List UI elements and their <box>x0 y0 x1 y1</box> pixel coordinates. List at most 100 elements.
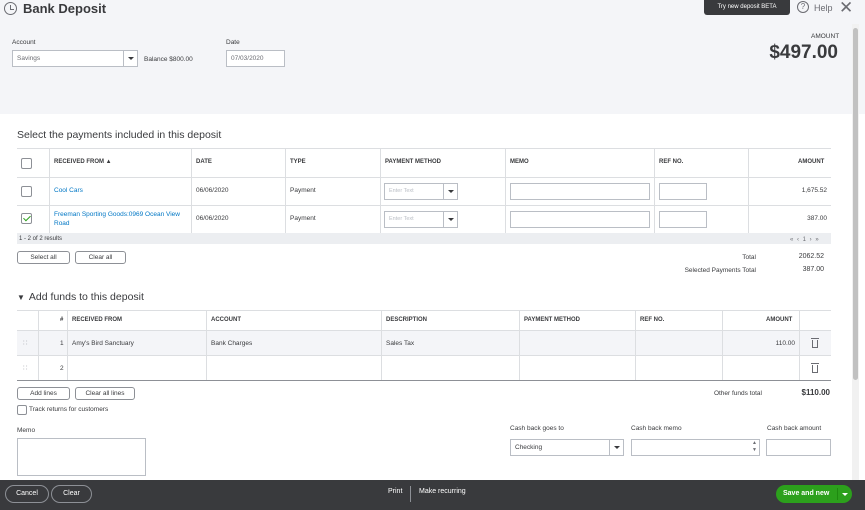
divider <box>17 148 831 149</box>
selected-total-label: Selected Payments Total <box>684 267 756 274</box>
other-funds-total-label: Other funds total <box>713 390 762 397</box>
divider <box>380 148 381 233</box>
divider <box>635 310 636 380</box>
drag-handle-icon[interactable]: ∷ <box>23 339 28 347</box>
col-memo: MEMO <box>510 159 529 165</box>
funds-row-highlight <box>17 331 831 355</box>
clear-all-button[interactable]: Clear all <box>75 251 126 264</box>
funds-description[interactable]: Sales Tax <box>386 340 414 347</box>
received-from-link[interactable]: Cool Cars <box>54 187 83 194</box>
try-new-deposit-button[interactable]: Try new deposit BETA <box>704 0 790 15</box>
history-icon[interactable] <box>4 2 17 15</box>
resize-stepper-icon[interactable]: ▲ ▼ <box>752 440 757 454</box>
cash-back-amount-input[interactable] <box>766 439 831 456</box>
close-icon[interactable]: ✕ <box>839 0 853 18</box>
memo-textarea[interactable] <box>17 438 146 476</box>
save-and-new-button[interactable]: Save and new <box>776 485 852 503</box>
payment-amount: 1,675.52 <box>801 187 827 194</box>
other-funds-total-value: $110.00 <box>801 388 830 397</box>
help-link[interactable]: Help <box>814 3 833 13</box>
divider <box>285 148 286 233</box>
funds-amount[interactable]: 110.00 <box>776 340 795 347</box>
print-button[interactable]: Print <box>388 488 402 495</box>
col-funds-amount: AMOUNT <box>766 317 793 323</box>
cash-back-memo-input[interactable]: ▲ ▼ <box>631 439 760 456</box>
total-label: Total <box>742 254 756 261</box>
memo-label: Memo <box>17 427 36 434</box>
row-checkbox[interactable] <box>21 186 32 197</box>
ref-no-input[interactable] <box>659 183 707 200</box>
ref-no-input[interactable] <box>659 211 707 228</box>
trash-icon[interactable] <box>811 338 819 348</box>
help-icon[interactable]: ? <box>797 1 809 13</box>
chevron-down-icon[interactable] <box>842 493 848 496</box>
scrollbar-thumb[interactable] <box>853 28 858 380</box>
payments-section-title: Select the payments included in this dep… <box>17 129 222 141</box>
cash-back-amount-label: Cash back amount <box>767 425 822 432</box>
divider <box>748 148 749 233</box>
row-checkbox[interactable] <box>21 213 32 224</box>
page-title: Bank Deposit <box>23 1 107 16</box>
col-account: ACCOUNT <box>211 317 241 323</box>
received-from-link[interactable]: Freeman Sporting Goods:0969 Ocean View R… <box>54 210 190 228</box>
col-ref-no: REF NO. <box>659 159 684 165</box>
track-returns-label: Track returns for customers <box>29 406 109 413</box>
payment-method-select[interactable]: Enter Text <box>384 183 458 200</box>
make-recurring-button[interactable]: Make recurring <box>419 488 466 495</box>
chevron-down-icon[interactable] <box>443 211 457 228</box>
add-lines-button[interactable]: Add lines <box>17 387 70 400</box>
clear-all-lines-button[interactable]: Clear all lines <box>75 387 135 400</box>
pager[interactable]: « ‹ 1 › » <box>790 237 820 243</box>
funds-received-from[interactable]: Amy's Bird Sanctuary <box>72 340 134 347</box>
payment-method-placeholder: Enter Text <box>389 188 414 194</box>
results-count: 1 - 2 of 2 results <box>19 236 63 242</box>
cancel-button[interactable]: Cancel <box>5 485 49 503</box>
payment-method-select[interactable]: Enter Text <box>384 211 458 228</box>
divider <box>519 310 520 380</box>
divider <box>38 310 39 380</box>
divider <box>799 310 800 380</box>
balance-text: Balance $800.00 <box>144 56 193 63</box>
cash-back-account-select[interactable]: Checking <box>510 439 624 456</box>
add-funds-toggle[interactable]: ▼ Add funds to this deposit <box>17 291 144 303</box>
date-input[interactable]: 07/03/2020 <box>226 50 285 67</box>
col-date: DATE <box>196 159 212 165</box>
save-and-new-label: Save and new <box>783 490 830 497</box>
col-funds-received-from: RECEIVED FROM <box>72 317 123 323</box>
divider <box>722 310 723 380</box>
divider <box>17 205 831 206</box>
select-all-checkbox[interactable] <box>21 158 32 169</box>
divider <box>654 148 655 233</box>
divider <box>17 355 831 356</box>
cash-back-account-value: Checking <box>515 444 543 451</box>
divider <box>206 310 207 380</box>
clear-button[interactable]: Clear <box>51 485 92 503</box>
drag-handle-icon[interactable]: ∷ <box>23 364 28 372</box>
split-divider <box>837 488 838 500</box>
collapse-icon: ▼ <box>17 293 25 302</box>
divider <box>191 148 192 233</box>
track-returns-checkbox[interactable] <box>17 405 27 415</box>
payment-type: Payment <box>290 187 316 194</box>
chevron-down-icon[interactable] <box>123 50 137 67</box>
footer-bar: Cancel Clear Print Make recurring Save a… <box>0 480 865 510</box>
memo-input[interactable] <box>510 211 650 228</box>
account-label: Account <box>12 39 36 46</box>
col-funds-ref-no: REF NO. <box>640 317 665 323</box>
divider <box>17 380 831 381</box>
col-received-from[interactable]: RECEIVED FROM ▲ <box>54 159 112 165</box>
payment-amount: 387.00 <box>807 215 827 222</box>
chevron-down-icon[interactable] <box>609 439 623 456</box>
memo-input[interactable] <box>510 183 650 200</box>
select-all-button[interactable]: Select all <box>17 251 70 264</box>
selected-total-value: 387.00 <box>802 266 824 273</box>
funds-section-title: Add funds to this deposit <box>28 291 144 303</box>
trash-icon[interactable] <box>811 363 819 373</box>
divider <box>505 148 506 233</box>
col-payment-method: PAYMENT METHOD <box>385 159 442 165</box>
col-funds-payment-method: PAYMENT METHOD <box>524 317 581 323</box>
funds-account[interactable]: Bank Charges <box>211 340 252 347</box>
chevron-down-icon[interactable] <box>443 183 457 200</box>
account-select[interactable]: Savings <box>12 50 138 67</box>
divider <box>17 177 831 178</box>
